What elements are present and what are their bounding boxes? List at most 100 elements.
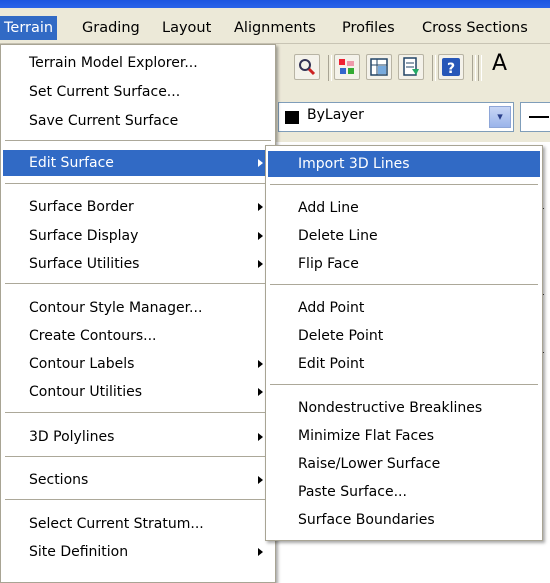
layers-toolbar: ByLayer ▾ <box>268 94 550 142</box>
menu-item-label: Paste Surface... <box>298 484 407 500</box>
menu-item-create-contours[interactable]: Create Contours... <box>3 323 273 349</box>
menu-layout[interactable]: Layout <box>158 16 215 40</box>
menu-separator <box>5 456 271 457</box>
menu-profiles[interactable]: Profiles <box>338 16 399 40</box>
menu-item-label: Terrain Model Explorer... <box>29 55 198 71</box>
menu-item-select-current-stratum[interactable]: Select Current Stratum... <box>3 511 273 537</box>
text-style-icon[interactable]: A <box>492 51 507 76</box>
menu-item-label: 3D Polylines <box>29 429 115 445</box>
submenu-arrow-icon <box>258 433 263 441</box>
menu-item-label: Contour Style Manager... <box>29 300 203 316</box>
submenu-item-delete-point[interactable]: Delete Point <box>268 323 540 349</box>
submenu-arrow-icon <box>258 232 263 240</box>
toolbar-separator <box>432 55 436 81</box>
color-swatch <box>285 111 299 124</box>
menu-item-label: Import 3D Lines <box>298 156 410 172</box>
menu-item-label: Minimize Flat Faces <box>298 428 435 444</box>
menu-item-label: Surface Display <box>29 228 139 244</box>
submenu-arrow-icon <box>258 203 263 211</box>
menu-grading[interactable]: Grading <box>78 16 144 40</box>
submenu-item-paste-surface[interactable]: Paste Surface... <box>268 479 540 505</box>
menu-alignments[interactable]: Alignments <box>230 16 320 40</box>
chevron-down-icon[interactable]: ▾ <box>489 106 511 128</box>
submenu-item-raise-lower-surface[interactable]: Raise/Lower Surface <box>268 451 540 477</box>
menu-item-label: Add Line <box>298 200 359 216</box>
color-control-combo[interactable]: ByLayer ▾ <box>278 102 514 132</box>
submenu-item-surface-boundaries[interactable]: Surface Boundaries <box>268 507 540 533</box>
menu-separator <box>270 384 538 385</box>
menu-separator <box>5 283 271 284</box>
menu-item-label: Save Current Surface <box>29 113 179 129</box>
menu-item-label: Edit Point <box>298 356 365 372</box>
menu-item-label: Edit Surface <box>29 155 114 171</box>
design-center-icon[interactable] <box>366 54 392 80</box>
color-control-value: ByLayer <box>307 107 364 123</box>
menu-item-label: Site Definition <box>29 544 129 560</box>
window-titlebar <box>0 0 550 8</box>
help-icon[interactable]: ? <box>438 54 464 80</box>
tool-palettes-icon[interactable] <box>398 54 424 80</box>
submenu-item-add-line[interactable]: Add Line <box>268 195 540 221</box>
submenu-arrow-icon <box>258 388 263 396</box>
menu-item-terrain-model-explorer[interactable]: Terrain Model Explorer... <box>3 50 273 76</box>
menu-item-label: Delete Point <box>298 328 384 344</box>
menu-item-edit-surface[interactable]: Edit Surface <box>3 150 273 176</box>
submenu-item-import-3d-lines[interactable]: Import 3D Lines <box>268 151 540 177</box>
submenu-arrow-icon <box>258 476 263 484</box>
menu-item-label: Select Current Stratum... <box>29 516 204 532</box>
submenu-item-minimize-flat-faces[interactable]: Minimize Flat Faces <box>268 423 540 449</box>
menu-item-surface-border[interactable]: Surface Border <box>3 194 273 220</box>
menu-cross-sections[interactable]: Cross Sections <box>418 16 532 40</box>
menu-item-label: Set Current Surface... <box>29 84 181 100</box>
menu-separator <box>5 412 271 413</box>
menu-item-surface-display[interactable]: Surface Display <box>3 223 273 249</box>
menu-separator <box>5 140 271 141</box>
menu-separator <box>5 499 271 500</box>
properties-icon[interactable] <box>334 54 360 80</box>
edit-surface-submenu: Import 3D Lines Add Line Delete Line Fli… <box>265 145 543 541</box>
menu-item-3d-polylines[interactable]: 3D Polylines <box>3 424 273 450</box>
submenu-arrow-icon <box>258 260 263 268</box>
menu-item-surface-utilities[interactable]: Surface Utilities <box>3 251 273 277</box>
standard-toolbar: ? A <box>268 45 550 93</box>
menu-item-label: Flip Face <box>298 256 359 272</box>
submenu-item-edit-point[interactable]: Edit Point <box>268 351 540 377</box>
menu-item-label: Nondestructive Breaklines <box>298 400 483 416</box>
menu-item-label: Raise/Lower Surface <box>298 456 441 472</box>
menu-item-label: Contour Labels <box>29 356 135 372</box>
submenu-item-flip-face[interactable]: Flip Face <box>268 251 540 277</box>
toolbar-separator <box>472 55 476 81</box>
linetype-preview-line <box>529 116 549 118</box>
linetype-control-combo[interactable] <box>520 102 550 132</box>
menu-item-label: Surface Boundaries <box>298 512 435 528</box>
menu-item-label: Surface Border <box>29 199 134 215</box>
menu-item-label: Sections <box>29 472 89 488</box>
svg-text:?: ? <box>447 61 455 77</box>
menu-separator <box>5 183 271 184</box>
menu-item-contour-style-manager[interactable]: Contour Style Manager... <box>3 295 273 321</box>
menu-bar: Terrain Grading Layout Alignments Profil… <box>0 8 550 44</box>
menu-item-label: Delete Line <box>298 228 378 244</box>
menu-separator <box>270 184 538 185</box>
submenu-item-add-point[interactable]: Add Point <box>268 295 540 321</box>
menu-item-set-current-surface[interactable]: Set Current Surface... <box>3 79 273 105</box>
menu-terrain[interactable]: Terrain <box>0 16 58 40</box>
toolbar-separator <box>478 55 482 81</box>
menu-item-label: Create Contours... <box>29 328 157 344</box>
submenu-arrow-icon <box>258 159 263 167</box>
menu-item-sections[interactable]: Sections <box>3 467 273 493</box>
menu-item-label: Contour Utilities <box>29 384 143 400</box>
submenu-item-delete-line[interactable]: Delete Line <box>268 223 540 249</box>
menu-item-label: Add Point <box>298 300 365 316</box>
submenu-item-nondestructive-breaklines[interactable]: Nondestructive Breaklines <box>268 395 540 421</box>
menu-item-save-current-surface[interactable]: Save Current Surface <box>3 108 273 134</box>
toolbar-separator <box>328 55 332 81</box>
menu-item-site-definition[interactable]: Site Definition <box>3 539 273 565</box>
terrain-dropdown-menu: Terrain Model Explorer... Set Current Su… <box>0 44 276 583</box>
zoom-icon[interactable] <box>294 54 320 80</box>
menu-item-contour-labels[interactable]: Contour Labels <box>3 351 273 377</box>
submenu-arrow-icon <box>258 548 263 556</box>
menu-separator <box>270 284 538 285</box>
submenu-arrow-icon <box>258 360 263 368</box>
menu-item-contour-utilities[interactable]: Contour Utilities <box>3 379 273 405</box>
